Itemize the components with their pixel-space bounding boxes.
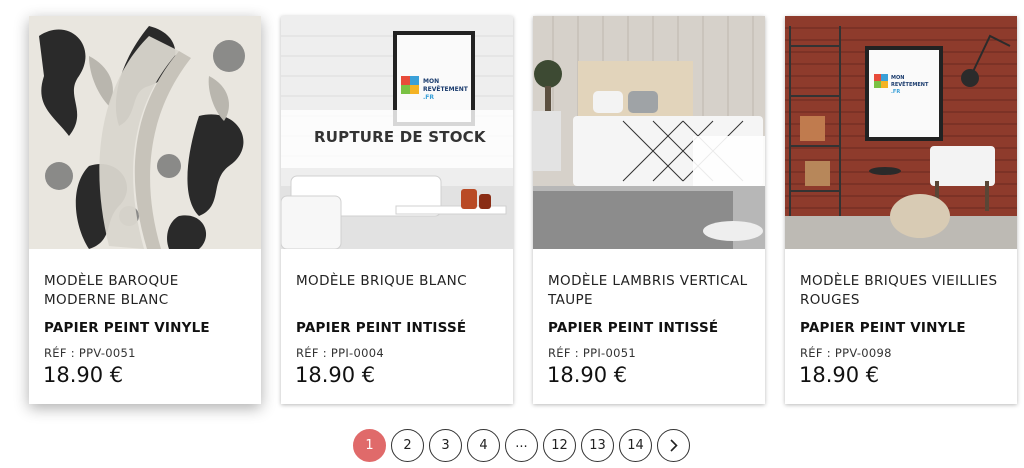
product-image-white-brick[interactable]: MON REVÊTEMENT .FR RUPTURE DE STOCK	[281, 16, 513, 249]
product-card[interactable]: MON REVÊTEMENT .FR Modèle briques vieill…	[785, 16, 1017, 404]
svg-text:MON: MON	[891, 75, 904, 81]
next-page-button[interactable]	[657, 429, 690, 462]
product-type: PAPIER PEINT VINYLE	[44, 320, 210, 336]
product-type: PAPIER PEINT INTISSÉ	[296, 320, 467, 336]
page-14-button[interactable]: 14	[619, 429, 652, 462]
product-image-taupe-panelling[interactable]	[533, 16, 765, 249]
page-12-button[interactable]: 12	[543, 429, 576, 462]
product-card[interactable]: Modèle lambris vertical taupe PAPIER PEI…	[533, 16, 765, 404]
product-card[interactable]: Modèle baroque moderne blanc PAPIER PEIN…	[29, 16, 261, 404]
product-ref: RÉF : PPI-0004	[296, 346, 384, 360]
page-4-button[interactable]: 4	[467, 429, 500, 462]
product-ref: RÉF : PPV-0051	[44, 346, 136, 360]
svg-text:MON: MON	[423, 78, 439, 85]
svg-text:.FR: .FR	[423, 94, 434, 101]
mon-revetement-logo	[874, 74, 888, 88]
product-ref: RÉF : PPI-0051	[548, 346, 636, 360]
chevron-right-icon	[670, 439, 678, 452]
product-type: PAPIER PEINT VINYLE	[800, 320, 966, 336]
product-ref: RÉF : PPV-0098	[800, 346, 892, 360]
svg-text:REVÊTEMENT: REVÊTEMENT	[423, 85, 469, 93]
page-1-button[interactable]: 1	[353, 429, 386, 462]
product-type: PAPIER PEINT INTISSÉ	[548, 320, 719, 336]
svg-text:.FR: .FR	[891, 89, 900, 95]
product-image-baroque[interactable]	[29, 16, 261, 249]
out-of-stock-banner: RUPTURE DE STOCK	[281, 110, 513, 168]
svg-text:REVÊTEMENT: REVÊTEMENT	[891, 80, 929, 88]
out-of-stock-label: RUPTURE DE STOCK	[314, 128, 486, 146]
product-price: 18.90 €	[295, 363, 376, 387]
product-name[interactable]: Modèle briques vieillies rouges	[800, 272, 1005, 310]
product-image-red-brick[interactable]: MON REVÊTEMENT .FR	[785, 16, 1017, 249]
product-price: 18.90 €	[799, 363, 880, 387]
product-name[interactable]: Modèle lambris vertical taupe	[548, 272, 753, 310]
page-2-button[interactable]: 2	[391, 429, 424, 462]
page-ellipsis: ...	[505, 429, 538, 462]
product-price: 18.90 €	[43, 363, 124, 387]
product-card[interactable]: MON REVÊTEMENT .FR RUPTURE DE STOCK Modè…	[281, 16, 513, 404]
product-name[interactable]: Modèle brique blanc	[296, 272, 501, 291]
page-3-button[interactable]: 3	[429, 429, 462, 462]
product-price: 18.90 €	[547, 363, 628, 387]
mon-revetement-logo	[401, 76, 419, 94]
page-13-button[interactable]: 13	[581, 429, 614, 462]
product-name[interactable]: Modèle baroque moderne blanc	[44, 272, 249, 310]
